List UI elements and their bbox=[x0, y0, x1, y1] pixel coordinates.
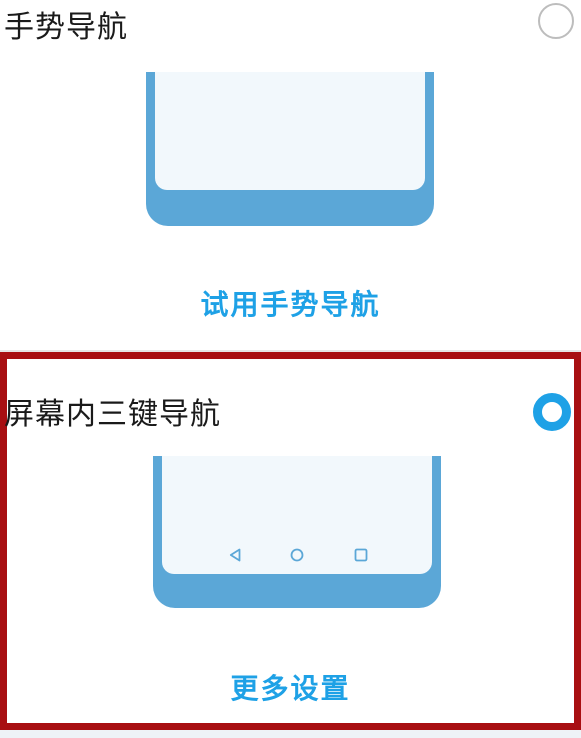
gesture-preview-phone-icon bbox=[146, 72, 434, 226]
gesture-navigation-option[interactable]: 手势导航 试用手势导航 bbox=[0, 0, 581, 350]
phone-screen bbox=[162, 456, 432, 574]
home-circle-icon bbox=[290, 548, 304, 562]
phone-screen bbox=[155, 72, 425, 190]
more-settings-link[interactable]: 更多设置 bbox=[0, 667, 581, 707]
back-triangle-icon bbox=[228, 548, 242, 562]
three-key-navigation-radio[interactable] bbox=[533, 393, 571, 431]
recent-square-icon bbox=[354, 548, 368, 562]
three-key-preview-phone-icon bbox=[153, 456, 441, 608]
gesture-navigation-title: 手势导航 bbox=[4, 10, 128, 45]
bottom-strip bbox=[0, 730, 581, 738]
nav-keys-row bbox=[162, 546, 432, 566]
three-key-navigation-option[interactable]: 屏幕内三键导航 更多设置 bbox=[0, 352, 581, 730]
try-gesture-navigation-link[interactable]: 试用手势导航 bbox=[0, 283, 581, 323]
three-key-navigation-title: 屏幕内三键导航 bbox=[4, 397, 221, 432]
gesture-navigation-radio[interactable] bbox=[538, 3, 574, 39]
